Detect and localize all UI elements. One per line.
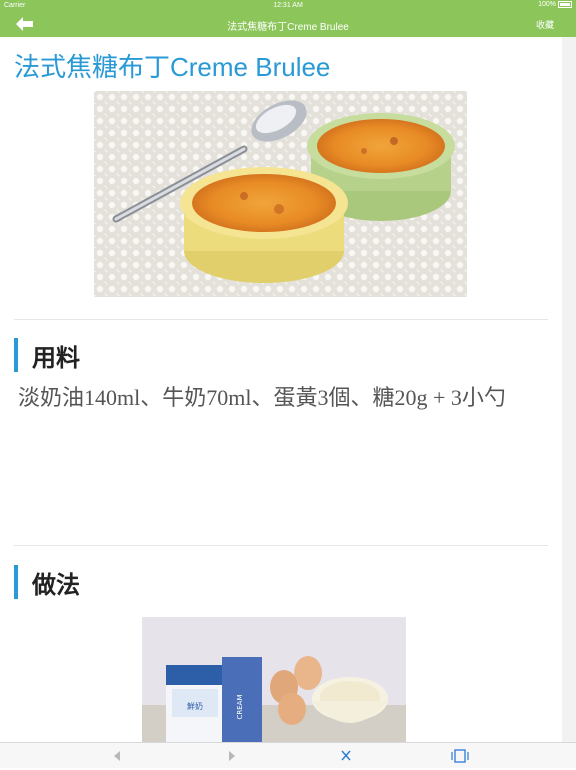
- status-bar: Carrier 12:31 AM 100%: [0, 0, 576, 12]
- close-icon: [341, 750, 351, 761]
- step-photo[interactable]: 鮮奶 CREAM: [142, 617, 406, 742]
- ingredients-heading: 用料: [14, 338, 80, 372]
- back-page-button[interactable]: [106, 747, 130, 765]
- carton-right-label: CREAM: [236, 694, 244, 719]
- section-divider: [14, 319, 548, 320]
- battery-percent: 100%: [538, 1, 556, 8]
- scrollbar[interactable]: [562, 37, 576, 742]
- battery-icon: [558, 1, 572, 8]
- close-button[interactable]: [334, 747, 358, 765]
- carton-left-label: 鮮奶: [187, 701, 203, 711]
- forward-arrow-icon: [229, 751, 235, 761]
- rotate-button[interactable]: [448, 747, 472, 765]
- clock: 12:31 AM: [273, 2, 303, 9]
- ingredients-text: 淡奶油140ml、牛奶70ml、蛋黃3個、糖20g + 3小勺: [18, 385, 506, 410]
- back-arrow-icon: [114, 751, 120, 761]
- rotate-icon: [451, 749, 469, 763]
- nav-title: 法式焦糖布丁Creme Brulee: [227, 22, 349, 33]
- navigation-bar: 法式焦糖布丁Creme Brulee 收藏: [0, 12, 576, 37]
- battery-indicator: 100%: [538, 1, 572, 8]
- bottom-toolbar: [0, 742, 576, 768]
- recipe-photo[interactable]: [94, 91, 467, 297]
- method-heading: 做法: [14, 565, 80, 599]
- method-heading-label: 做法: [32, 571, 80, 599]
- forward-page-button[interactable]: [219, 747, 243, 765]
- creme-brulee-photo: [94, 91, 467, 297]
- recipe-title: 法式焦糖布丁Creme Brulee: [14, 52, 331, 82]
- ingredients-heading-label: 用料: [32, 344, 80, 372]
- recipe-content[interactable]: 法式焦糖布丁Creme Brulee 用料 淡奶油140ml、牛奶70ml、蛋黃…: [0, 37, 562, 742]
- heading-accent-bar: [14, 338, 18, 372]
- favorite-button[interactable]: 收藏: [536, 18, 554, 31]
- ingredients-photo: 鮮奶 CREAM: [142, 617, 406, 742]
- section-divider: [14, 545, 548, 546]
- heading-accent-bar: [14, 565, 18, 599]
